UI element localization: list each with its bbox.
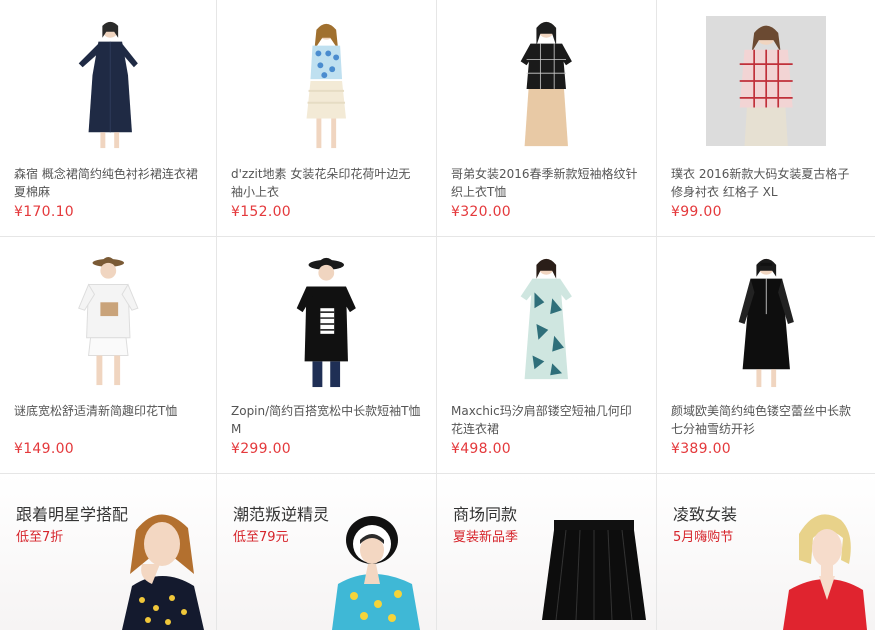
product-name[interactable]: d'zzit地素 女装花朵印花荷叶边无袖小上衣 [231,165,422,201]
product-name[interactable]: Zopin/简约百搭宽松中长款短袖T恤M [231,402,422,438]
product-card[interactable]: 颜域欧美简约纯色镂空蕾丝中长款七分袖雪纺开衫 ¥389.00 [657,237,875,474]
product-image[interactable] [217,253,436,391]
product-card[interactable]: 森宿 概念裙简约纯色衬衫裙连衣裙夏棉麻 ¥170.10 [0,0,217,237]
product-name[interactable]: 璞衣 2016新款大码女装夏古格子修身衬衣 红格子 XL [671,165,861,201]
product-card[interactable]: Zopin/简约百搭宽松中长款短袖T恤M ¥299.00 [217,237,437,474]
product-card[interactable]: 璞衣 2016新款大码女装夏古格子修身衬衣 红格子 XL ¥99.00 [657,0,875,237]
product-price: ¥299.00 [231,441,291,457]
promo-banner[interactable]: 潮范叛逆精灵 低至79元 [217,474,437,630]
promo-image [122,514,204,630]
product-image[interactable] [0,253,216,391]
promo-banner[interactable]: 商场同款 夏装新品季 [437,474,657,630]
product-card[interactable]: 哥弟女装2016春季新款短袖格纹针织上衣T恤 ¥320.00 [437,0,657,237]
product-image[interactable] [657,16,875,154]
product-image[interactable] [437,16,656,154]
product-name[interactable]: Maxchic玛汐肩部镂空短袖几何印花连衣裙 [451,402,642,438]
product-grid: 森宿 概念裙简约纯色衬衫裙连衣裙夏棉麻 ¥170.10 d'zzit地素 女装花… [0,0,875,630]
promo-subtitle: 5月嗨购节 [673,530,734,545]
product-price: ¥99.00 [671,204,722,220]
promo-image [542,520,646,621]
promo-banner[interactable]: 跟着明星学搭配 低至7折 [0,474,217,630]
product-image[interactable] [0,16,216,154]
promo-title: 凌致女装 [673,505,738,524]
product-card[interactable]: 谜底宽松舒适清新简趣印花T恤 ¥149.00 [0,237,217,474]
product-image[interactable] [217,16,436,154]
product-price: ¥152.00 [231,204,291,220]
promo-title: 潮范叛逆精灵 [233,505,330,524]
promo-subtitle: 低至7折 [16,530,64,545]
product-image[interactable] [657,253,875,391]
promo-title: 商场同款 [453,505,518,524]
promo-image [332,516,420,630]
product-price: ¥149.00 [14,441,74,457]
promo-subtitle: 低至79元 [233,530,289,545]
product-price: ¥170.10 [14,204,74,220]
promo-subtitle: 夏装新品季 [453,530,519,545]
product-card[interactable]: d'zzit地素 女装花朵印花荷叶边无袖小上衣 ¥152.00 [217,0,437,237]
product-name[interactable]: 颜域欧美简约纯色镂空蕾丝中长款七分袖雪纺开衫 [671,402,861,438]
promo-banner[interactable]: 凌致女装 5月嗨购节 [657,474,875,630]
product-name[interactable]: 森宿 概念裙简约纯色衬衫裙连衣裙夏棉麻 [14,165,202,201]
product-image[interactable] [437,253,656,391]
product-price: ¥320.00 [451,204,511,220]
promo-image [783,514,867,630]
product-price: ¥389.00 [671,441,731,457]
product-name[interactable]: 谜底宽松舒适清新简趣印花T恤 [14,402,202,438]
product-card[interactable]: Maxchic玛汐肩部镂空短袖几何印花连衣裙 ¥498.00 [437,237,657,474]
product-name[interactable]: 哥弟女装2016春季新款短袖格纹针织上衣T恤 [451,165,642,201]
product-price: ¥498.00 [451,441,511,457]
